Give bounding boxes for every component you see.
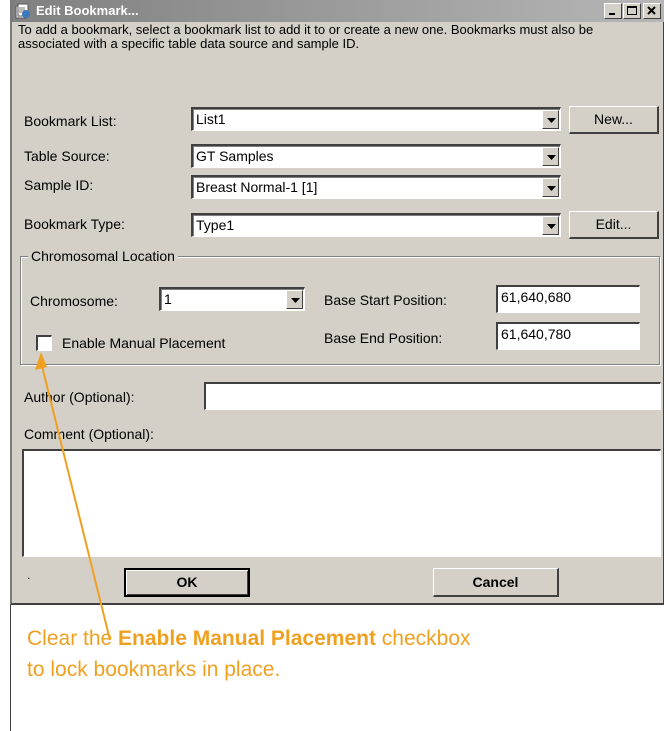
callout-emphasis: Enable Manual Placement [118,627,376,650]
callout-text: Clear the Enable Manual Placement checkb… [27,623,627,685]
callout-arrow [35,352,111,641]
callout-prefix: Clear the [27,627,119,650]
callout-line2: to lock bookmarks in place. [27,658,281,681]
callout-suffix: checkbox [375,627,471,650]
